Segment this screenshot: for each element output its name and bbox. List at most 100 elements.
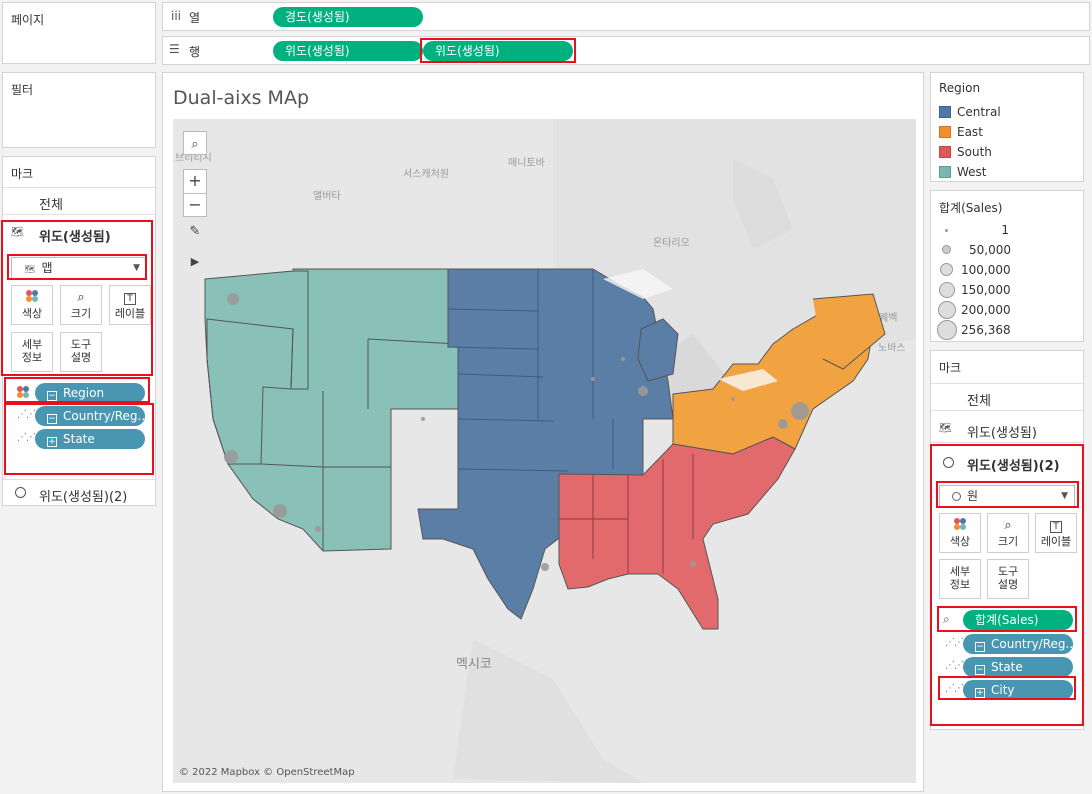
size-button[interactable]: ⌕ 크기 [60, 285, 102, 325]
tooltip-label-1-right: 도구 [997, 565, 1019, 578]
map-search-button[interactable]: ⌕ [183, 131, 207, 155]
rows-pill-latitude-2[interactable]: 위도(생성됨) [423, 41, 573, 61]
legend-item-east[interactable]: East [939, 123, 983, 141]
label-icon: T [110, 289, 150, 307]
marks-all-tab[interactable]: 전체 [3, 187, 155, 215]
rows-pill-2-label: 위도(생성됨) [435, 44, 500, 58]
chevron-down-icon: ▼ [133, 263, 140, 273]
map-mark-icon: 🗺 [24, 265, 36, 275]
detail-button[interactable]: 세부 정보 [11, 332, 53, 372]
tooltip-label-2-right: 설명 [997, 578, 1019, 591]
circle-mark-icon [943, 457, 954, 468]
mark-type-dropdown[interactable]: 🗺 맵 ▼ [11, 257, 147, 279]
label-label: 레이블 [114, 307, 146, 320]
marks-layer-1-tab[interactable]: 🗺 위도(생성됨) [3, 221, 155, 247]
map-label-alberta: 앨버타 [313, 191, 341, 202]
pin-button[interactable]: ✎ [183, 219, 207, 243]
size-legend-row: 100,000 [931, 261, 1083, 281]
legend-swatch [939, 126, 951, 138]
zoom-in-button[interactable]: + [183, 169, 207, 193]
field-pill-region[interactable]: − Region [35, 383, 145, 403]
marks-all-tab-right[interactable]: 전체 [931, 383, 1083, 411]
map-layer-icon: 🗺 [11, 227, 24, 238]
marks-card-left: 마크 전체 🗺 위도(생성됨) 🗺 맵 ▼ 색상 ⌕ 크기 T 레이블 세부 정보… [2, 156, 156, 506]
map-label-mexico: 멕시코 [456, 657, 492, 672]
color-icon [12, 289, 52, 307]
detail-label-2: 정보 [21, 351, 43, 364]
map-layer-icon: 🗺 [939, 423, 952, 434]
legend-item-west[interactable]: West [939, 163, 987, 181]
marks-layer-2-tab[interactable]: 위도(생성됨)(2) [3, 479, 155, 505]
label-button-right[interactable]: T 레이블 [1035, 513, 1077, 553]
legend-item-central[interactable]: Central [939, 103, 1001, 121]
size-legend-value: 150,000 [961, 283, 1011, 297]
play-icon: ▶ [190, 255, 200, 268]
size-circle [939, 282, 955, 298]
marks-layer-1-tab-right[interactable]: 🗺 위도(생성됨) [931, 417, 1083, 443]
color-button[interactable]: 색상 [11, 285, 53, 325]
size-legend-row: 150,000 [931, 281, 1083, 301]
field-pill-country-right[interactable]: − Country/Reg.. [963, 634, 1073, 654]
marks-layer-2-label: 위도(생성됨)(2) [39, 490, 128, 505]
field-pill-state-right[interactable]: − State [963, 657, 1073, 677]
circle-mark-icon [952, 492, 961, 501]
size-circle [937, 320, 957, 340]
detail-button-right[interactable]: 세부 정보 [939, 559, 981, 599]
size-icon: ⌕ [1004, 518, 1012, 533]
columns-shelf[interactable]: iii 열 경도(생성됨) [162, 2, 1090, 31]
legend-item-south[interactable]: South [939, 143, 992, 161]
tooltip-button[interactable]: 도구 설명 [60, 332, 102, 372]
rows-pill-1-label: 위도(생성됨) [285, 44, 350, 58]
color-button-right[interactable]: 색상 [939, 513, 981, 553]
sales-legend-title: 합계(Sales) [939, 201, 1003, 215]
size-legend-value: 256,368 [961, 323, 1011, 337]
map-label-quebec: 퀘벡 [879, 313, 898, 324]
size-icon: ⌕ [77, 290, 85, 305]
rows-label: 행 [189, 45, 201, 59]
legend-label-south: South [957, 145, 992, 159]
filters-card[interactable]: 필터 [2, 72, 156, 148]
field-pill-city[interactable]: + City [963, 680, 1073, 700]
label-icon: T [1036, 517, 1076, 535]
field-pill-state[interactable]: + State [35, 429, 145, 449]
rows-shelf[interactable]: ☰ 행 위도(생성됨) 위도(생성됨) [162, 36, 1090, 65]
detail-field-icon: ⋰⋰ [945, 683, 964, 694]
detail-field-icon: ⋰⋰ [17, 432, 36, 443]
legend-swatch [939, 146, 951, 158]
size-circle [942, 245, 951, 254]
columns-icon: iii [171, 9, 182, 23]
zoom-out-button[interactable]: − [183, 193, 207, 217]
legend-swatch [939, 166, 951, 178]
field-pill-state-right-label: State [991, 660, 1023, 674]
mark-type-dropdown-right[interactable]: 원 ▼ [939, 485, 1075, 507]
size-legend-row: 256,368 [931, 320, 1083, 340]
legend-swatch [939, 106, 951, 118]
field-pill-region-label: Region [63, 386, 105, 400]
map-canvas[interactable]: 매니토바 서스캐처원 앨버타 온타리오 멕시코 브리티시 퀘벡 노바스 ⌕ + … [173, 119, 916, 783]
mark-type-value-right: 원 [967, 489, 979, 503]
map-svg [173, 119, 916, 783]
size-circle [940, 263, 953, 276]
tooltip-button-right[interactable]: 도구 설명 [987, 559, 1029, 599]
field-pill-state-label: State [63, 432, 95, 446]
size-circle [938, 301, 956, 319]
marks-label: 마크 [11, 167, 34, 181]
size-legend-value: 50,000 [969, 243, 1011, 257]
expand-toolbar-button[interactable]: ▶ [183, 249, 207, 273]
circle-mark-icon [15, 487, 26, 498]
rows-pill-latitude-1[interactable]: 위도(생성됨) [273, 41, 423, 61]
label-button[interactable]: T 레이블 [109, 285, 151, 325]
size-legend-row: 200,000 [931, 301, 1083, 321]
field-pill-sales[interactable]: 합계(Sales) [963, 610, 1073, 630]
pages-card[interactable]: 페이지 [2, 2, 156, 64]
size-button-right[interactable]: ⌕ 크기 [987, 513, 1029, 553]
field-pill-country[interactable]: − Country/Reg.. [35, 406, 145, 426]
size-legend-row: 50,000 [931, 241, 1083, 261]
color-label: 색상 [21, 307, 43, 320]
marks-layer-2-tab-right[interactable]: 위도(생성됨)(2) [931, 451, 1083, 477]
map-label-nova-scotia: 노바스 [878, 343, 906, 354]
detail-field-icon: ⋰⋰ [17, 409, 36, 420]
minus-icon: − [188, 195, 202, 214]
map-label-ontario: 온타리오 [653, 238, 690, 249]
columns-pill-longitude[interactable]: 경도(생성됨) [273, 7, 423, 27]
